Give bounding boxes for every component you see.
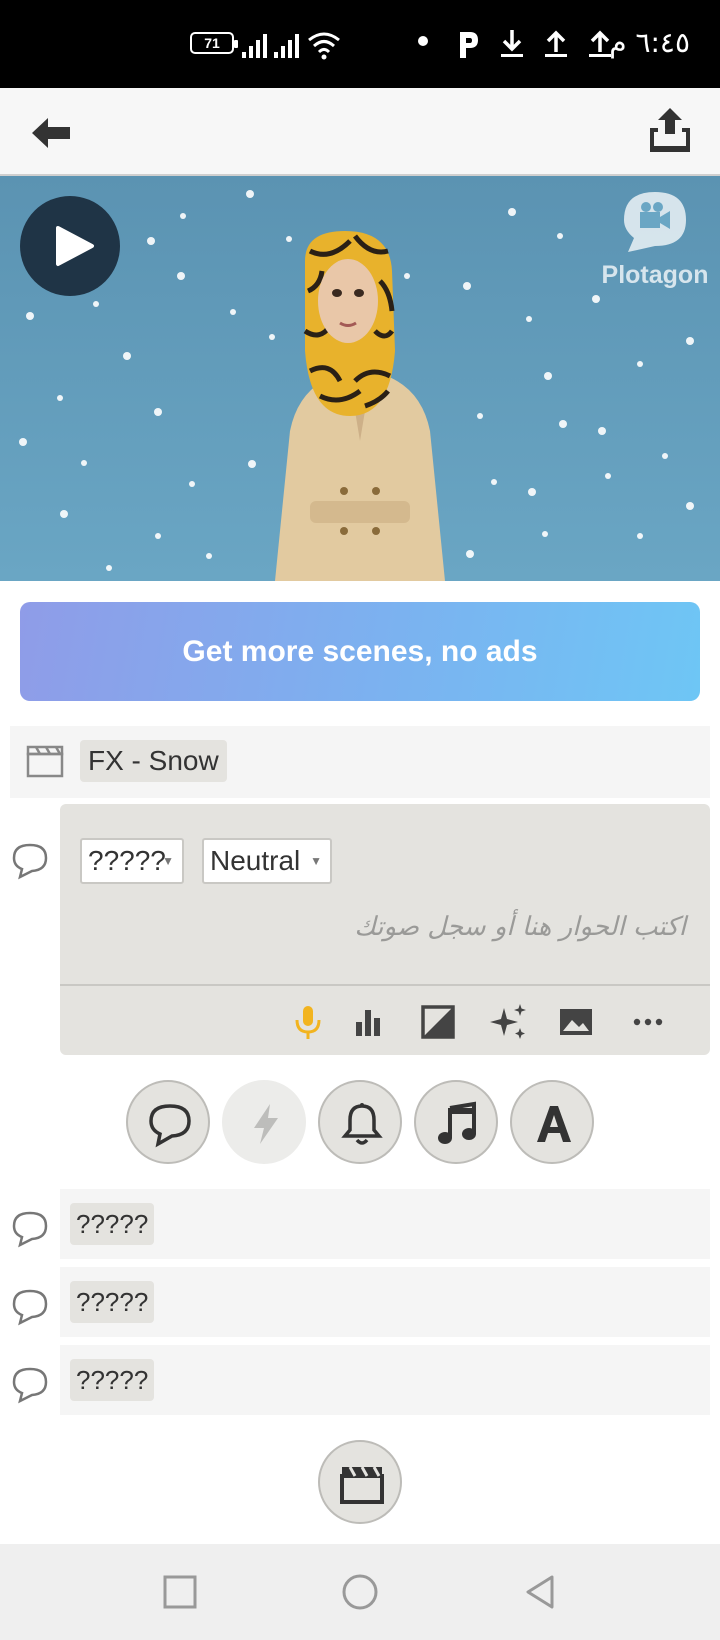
- add-dialogue-button[interactable]: [126, 1080, 210, 1164]
- dialogue-line[interactable]: ?????: [60, 1189, 710, 1259]
- status-bar: 71 ٦:٤٥ م: [0, 0, 720, 88]
- plotagon-watermark: Plotagon: [600, 190, 710, 290]
- signal-icon: [274, 34, 299, 58]
- download-icon: [501, 30, 523, 57]
- character-dropdown-value: ?????: [88, 845, 166, 876]
- text-icon: [537, 1106, 571, 1142]
- camera-angle-icon[interactable]: [416, 1000, 460, 1044]
- recents-square-icon[interactable]: [160, 1572, 200, 1612]
- plotagon-text: Plotagon: [601, 261, 709, 289]
- scene-preview[interactable]: Plotagon: [0, 176, 720, 581]
- sparkles-icon[interactable]: [486, 1000, 530, 1044]
- plotagon-logo-icon: [624, 192, 686, 252]
- play-icon: [56, 226, 94, 266]
- dialogue-line-character[interactable]: ?????: [70, 1203, 155, 1245]
- dialogue-line-character[interactable]: ?????: [70, 1281, 155, 1323]
- add-scene-button[interactable]: [318, 1440, 402, 1524]
- battery-icon: 71: [190, 32, 238, 54]
- clapperboard-icon: [340, 1466, 384, 1504]
- promo-banner-button[interactable]: Get more scenes, no ads: [20, 602, 700, 701]
- system-navigation-bar: [0, 1544, 720, 1640]
- share-upload-icon[interactable]: [644, 104, 696, 156]
- dialogue-line[interactable]: ?????: [60, 1267, 710, 1337]
- bell-icon: [341, 1103, 383, 1145]
- editor-toolbar: [60, 984, 710, 1055]
- dialogue-bubble-icon: [12, 1211, 48, 1248]
- dialogue-line-character[interactable]: ?????: [70, 1359, 155, 1401]
- dialogue-icon: [149, 1104, 191, 1148]
- clock: ٦:٤٥ م: [609, 26, 690, 59]
- dialogue-bubble-icon: [12, 843, 48, 880]
- wifi-icon: [308, 32, 340, 60]
- fx-label[interactable]: FX - Snow: [80, 740, 227, 782]
- character-dropdown[interactable]: ????? ▼: [80, 838, 184, 884]
- fx-row[interactable]: FX - Snow: [10, 726, 710, 798]
- add-music-button[interactable]: [414, 1080, 498, 1164]
- add-sound-effect-button[interactable]: [318, 1080, 402, 1164]
- dialogue-editor: ????? ▼ Neutral ▼ اكتب الحوار هنا أو سجل…: [60, 804, 710, 1055]
- clapperboard-icon: [26, 745, 64, 778]
- arrow-left-icon[interactable]: [26, 108, 76, 158]
- top-app-bar: [0, 88, 720, 176]
- back-triangle-icon[interactable]: [520, 1572, 560, 1612]
- play-button[interactable]: [20, 196, 120, 296]
- more-icon[interactable]: [626, 1000, 670, 1044]
- microphone-icon[interactable]: [286, 1000, 330, 1044]
- dot-icon: [418, 36, 428, 46]
- dialogue-line[interactable]: ?????: [60, 1345, 710, 1415]
- bar-chart-icon[interactable]: [346, 1000, 390, 1044]
- emotion-dropdown-value: Neutral: [210, 845, 301, 876]
- lightning-icon: [254, 1104, 278, 1144]
- music-icon: [438, 1101, 476, 1144]
- battery-level: 71: [204, 35, 220, 51]
- dropdown-arrow-icon: ▼: [162, 854, 174, 868]
- dialogue-text-input[interactable]: اكتب الحوار هنا أو سجل صوتك: [80, 912, 686, 942]
- add-action-button[interactable]: [222, 1080, 306, 1164]
- home-circle-icon[interactable]: [340, 1572, 380, 1612]
- add-text-button[interactable]: [510, 1080, 594, 1164]
- dialogue-bubble-icon: [12, 1367, 48, 1404]
- dropdown-arrow-icon: ▼: [310, 854, 322, 868]
- signal-icon: [242, 34, 267, 58]
- upload-icon: [545, 30, 567, 57]
- character-avatar: [275, 231, 445, 581]
- parking-icon: [460, 32, 478, 58]
- dialogue-bubble-icon: [12, 1289, 48, 1326]
- image-icon[interactable]: [554, 1000, 598, 1044]
- emotion-dropdown[interactable]: Neutral ▼: [202, 838, 332, 884]
